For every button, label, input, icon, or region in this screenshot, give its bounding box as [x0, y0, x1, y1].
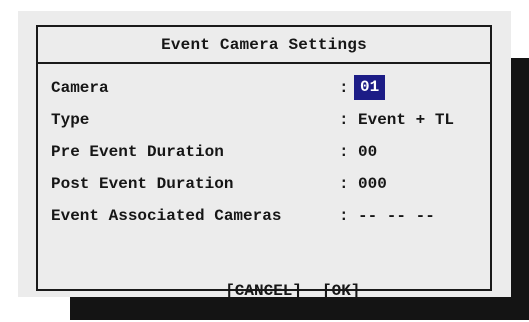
- type-row: Type : Event + TL: [51, 108, 454, 132]
- screen: Event Camera Settings Camera : 01 Type :…: [0, 0, 529, 322]
- camera-colon: :: [339, 79, 349, 97]
- dialog-title: Event Camera Settings: [161, 35, 367, 54]
- camera-row: Camera : 01: [51, 75, 386, 100]
- cancel-button[interactable]: [CANCEL]: [225, 279, 302, 303]
- pre-event-duration-label: Pre Event Duration: [51, 143, 224, 161]
- dialog-button-row: [CANCEL] [OK]: [38, 255, 490, 300]
- pre-event-duration-value-field[interactable]: 00: [358, 140, 377, 164]
- event-associated-cameras-row: Event Associated Cameras : -- -- --: [51, 204, 435, 228]
- event-camera-settings-dialog: Event Camera Settings Camera : 01 Type :…: [36, 25, 492, 300]
- post-event-duration-label: Post Event Duration: [51, 175, 234, 193]
- type-value-field[interactable]: Event + TL: [358, 108, 454, 132]
- camera-value-field[interactable]: 01: [354, 75, 386, 100]
- ok-button[interactable]: [OK]: [322, 279, 360, 303]
- event-associated-cameras-value-field[interactable]: -- -- --: [358, 204, 435, 228]
- dialog-title-bar: Event Camera Settings: [38, 27, 490, 64]
- pre-event-duration-row: Pre Event Duration : 00: [51, 140, 377, 164]
- event-associated-cameras-label: Event Associated Cameras: [51, 207, 282, 225]
- camera-label: Camera: [51, 79, 109, 97]
- type-label: Type: [51, 111, 90, 129]
- post-event-duration-row: Post Event Duration : 000: [51, 172, 387, 196]
- post-event-duration-colon: :: [339, 175, 349, 193]
- dialog-shadow-right: [511, 58, 529, 320]
- type-colon: :: [339, 111, 349, 129]
- event-associated-cameras-colon: :: [339, 207, 349, 225]
- pre-event-duration-colon: :: [339, 143, 349, 161]
- post-event-duration-value-field[interactable]: 000: [358, 172, 387, 196]
